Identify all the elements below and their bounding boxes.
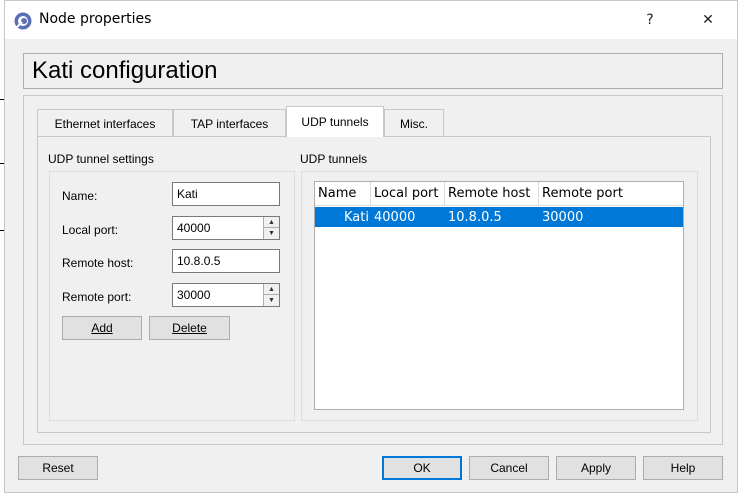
cancel-button[interactable]: Cancel: [469, 456, 549, 480]
spin-down-icon[interactable]: ▼: [264, 228, 279, 239]
remote-port-label: Remote port:: [62, 290, 132, 304]
cell-remote-host: 10.8.0.5: [448, 209, 502, 225]
close-icon[interactable]: ✕: [685, 1, 731, 39]
column-header-remote-host[interactable]: Remote host: [445, 182, 539, 206]
spin-up-icon[interactable]: ▲: [264, 217, 279, 228]
spin-buttons: ▲ ▼: [263, 284, 279, 306]
local-port-value: 40000: [177, 221, 211, 235]
add-button-label: Add: [91, 321, 113, 335]
spin-buttons: ▲ ▼: [263, 217, 279, 239]
tunnels-group-title: UDP tunnels: [300, 152, 368, 166]
add-button[interactable]: Add: [62, 316, 142, 340]
tab-misc[interactable]: Misc.: [384, 109, 444, 137]
tab-label: Misc.: [400, 116, 428, 131]
name-label: Name:: [62, 189, 98, 203]
apply-button[interactable]: Apply: [556, 456, 636, 480]
reset-button[interactable]: Reset: [18, 456, 98, 480]
remote-port-value: 30000: [177, 288, 211, 302]
cell-local-port: 40000: [374, 209, 416, 225]
ok-button[interactable]: OK: [382, 456, 462, 480]
help-button[interactable]: Help: [643, 456, 723, 480]
local-port-label: Local port:: [62, 223, 119, 237]
table-row[interactable]: Kati 40000 10.8.0.5 30000: [315, 207, 683, 227]
tab-label: TAP interfaces: [190, 116, 269, 131]
tab-tap-interfaces[interactable]: TAP interfaces: [173, 109, 286, 137]
tab-label: UDP tunnels: [301, 115, 369, 129]
tunnels-table[interactable]: Name Local port Remote host Remote port …: [314, 181, 684, 410]
column-header-local-port[interactable]: Local port: [371, 182, 445, 206]
node-properties-dialog: Node properties ? ✕ Kati configuration E…: [4, 0, 738, 493]
page-title: Kati configuration: [32, 57, 218, 84]
remote-host-label: Remote host:: [62, 256, 134, 270]
help-icon[interactable]: ?: [627, 1, 673, 39]
delete-button[interactable]: Delete: [149, 316, 230, 340]
remote-port-spinbox[interactable]: 30000 ▲ ▼: [172, 283, 280, 307]
cell-name: Kati: [344, 209, 369, 225]
delete-button-label: Delete: [172, 321, 207, 335]
window-title: Node properties: [39, 11, 152, 27]
tab-ethernet-interfaces[interactable]: Ethernet interfaces: [37, 109, 173, 137]
spin-down-icon[interactable]: ▼: [264, 295, 279, 306]
tab-udp-tunnels[interactable]: UDP tunnels: [286, 106, 384, 137]
app-logo-icon: [14, 12, 32, 30]
column-header-name[interactable]: Name: [315, 182, 371, 206]
tab-label: Ethernet interfaces: [54, 116, 156, 131]
remote-host-input[interactable]: 10.8.0.5: [172, 249, 280, 273]
settings-group-title: UDP tunnel settings: [48, 152, 154, 166]
column-header-remote-port[interactable]: Remote port: [539, 182, 683, 206]
title-bar: Node properties ? ✕: [5, 1, 737, 39]
spin-up-icon[interactable]: ▲: [264, 284, 279, 295]
name-input[interactable]: Kati: [172, 182, 280, 206]
config-header: Kati configuration: [23, 53, 723, 89]
local-port-spinbox[interactable]: 40000 ▲ ▼: [172, 216, 280, 240]
cell-remote-port: 30000: [542, 209, 584, 225]
